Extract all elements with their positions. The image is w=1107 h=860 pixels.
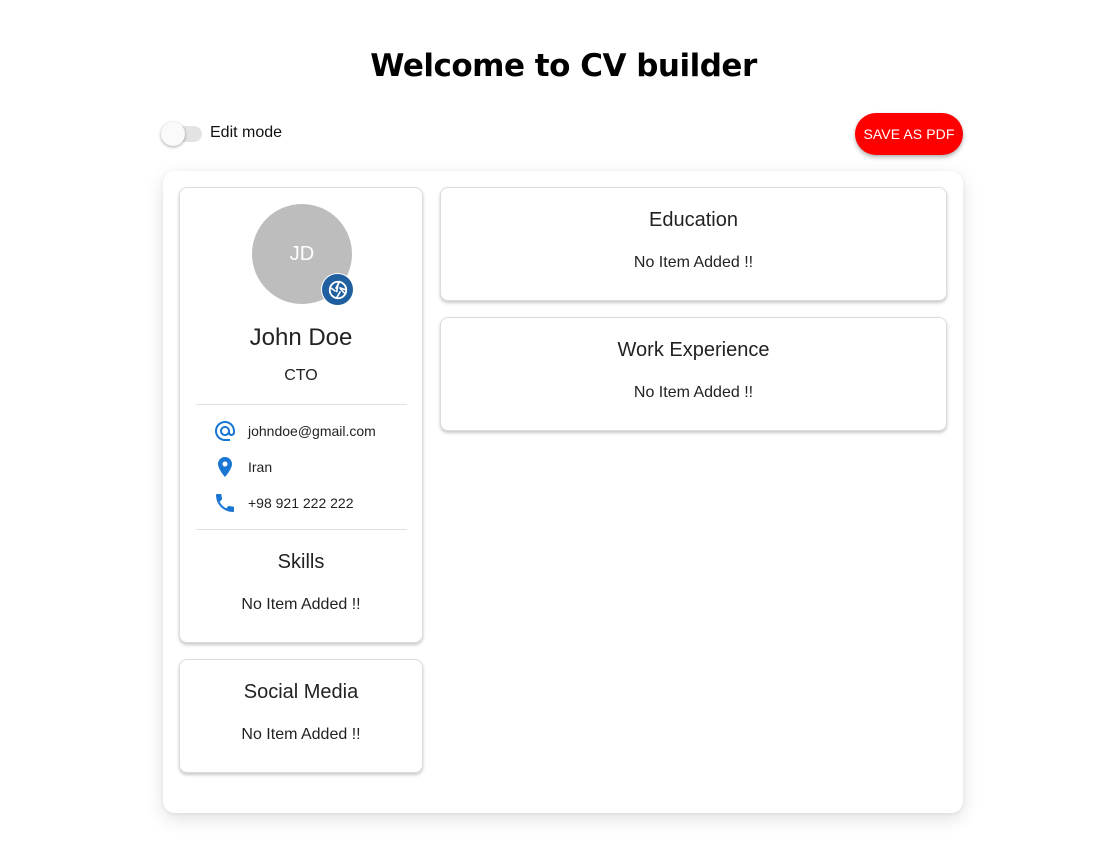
contact-phone-text: +98 921 222 222 — [248, 495, 354, 511]
divider — [196, 404, 407, 405]
work-experience-card: Work Experience No Item Added !! — [440, 317, 947, 431]
profile-card: JD John Doe CTO johndoe@gmail.com Iran +… — [179, 187, 423, 643]
work-experience-heading: Work Experience — [617, 339, 770, 361]
education-heading: Education — [649, 209, 738, 231]
social-media-card: Social Media No Item Added !! — [179, 659, 423, 773]
profile-job-title: CTO — [284, 367, 318, 384]
edit-mode-label: Edit mode — [210, 124, 283, 141]
divider — [196, 529, 407, 530]
toolbar: Edit mode SAVE AS PDF — [160, 113, 963, 155]
contact-email-text: johndoe@gmail.com — [248, 423, 376, 439]
contact-location-text: Iran — [248, 459, 273, 475]
page-title: Welcome to CV builder — [370, 48, 757, 84]
save-as-pdf-button[interactable]: SAVE AS PDF — [855, 113, 963, 155]
contact-location: Iran — [213, 455, 413, 479]
contact-phone: +98 921 222 222 — [213, 491, 413, 515]
cv-container: JD John Doe CTO johndoe@gmail.com Iran +… — [163, 171, 963, 813]
location-pin-icon — [213, 455, 237, 479]
camera-shutter-icon — [322, 274, 353, 305]
toggle-knob — [161, 122, 185, 146]
edit-mode-toggle[interactable] — [160, 122, 202, 146]
at-sign-icon — [213, 419, 237, 443]
education-empty-text: No Item Added !! — [633, 254, 754, 271]
profile-name: John Doe — [249, 324, 353, 351]
skills-heading: Skills — [277, 551, 325, 573]
work-experience-empty-text: No Item Added !! — [633, 384, 754, 401]
skills-empty-text: No Item Added !! — [241, 596, 361, 613]
phone-icon — [213, 491, 237, 515]
change-photo-button[interactable] — [321, 273, 354, 306]
contact-email: johndoe@gmail.com — [213, 419, 413, 443]
education-card: Education No Item Added !! — [440, 187, 947, 301]
social-media-empty-text: No Item Added !! — [241, 726, 361, 743]
social-media-heading: Social Media — [243, 681, 359, 703]
